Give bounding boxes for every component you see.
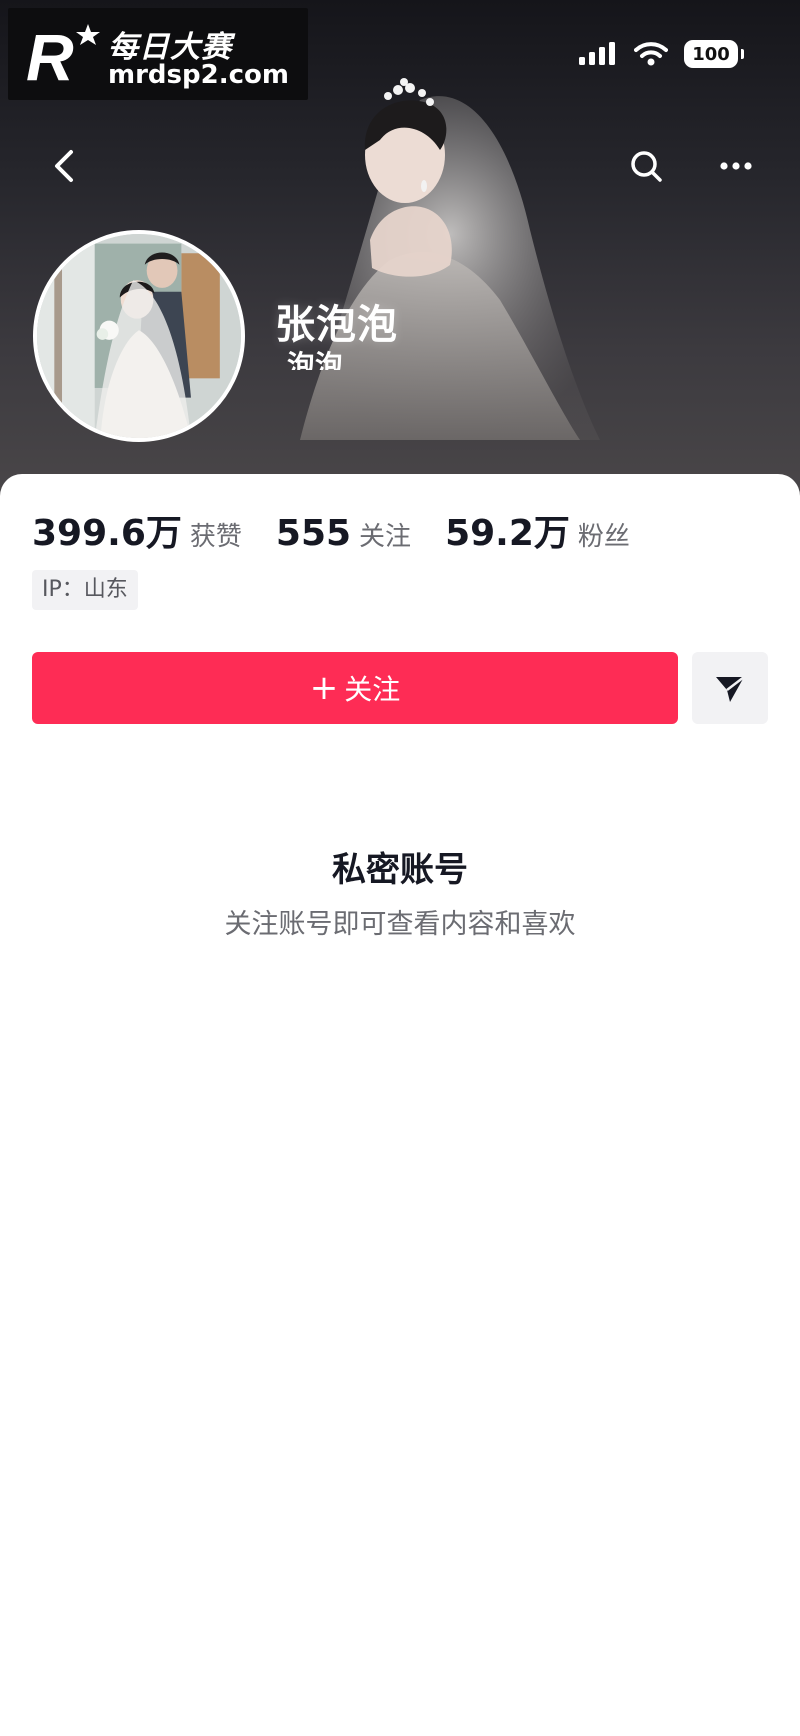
stat-likes[interactable]: 399.6万 获赞 bbox=[32, 504, 242, 556]
stat-value: 59.2万 bbox=[445, 513, 570, 554]
send-message-button[interactable] bbox=[692, 652, 768, 724]
back-button[interactable] bbox=[36, 138, 92, 194]
profile-nickname: 张泡泡 bbox=[275, 302, 398, 348]
avatar[interactable] bbox=[33, 230, 245, 442]
watermark-url: mrdsp2.com bbox=[108, 60, 289, 90]
stat-label: 关注 bbox=[359, 522, 412, 552]
watermark-banner: R 每日大赛 mrdsp2.com bbox=[8, 8, 308, 100]
svg-text:R: R bbox=[26, 20, 74, 90]
wifi-icon bbox=[634, 42, 668, 66]
stat-label: 粉丝 bbox=[577, 522, 630, 552]
private-account-description: 关注账号即可查看内容和喜欢 bbox=[224, 909, 576, 940]
stat-value: 555 bbox=[275, 513, 352, 554]
ip-location-tag: IP：山东 bbox=[32, 570, 138, 610]
more-button[interactable] bbox=[708, 138, 764, 194]
status-bar: 100 bbox=[578, 40, 744, 68]
send-icon bbox=[716, 676, 745, 702]
avatar-photo bbox=[37, 234, 241, 438]
private-account-title: 私密账号 bbox=[332, 850, 468, 890]
signal-icon bbox=[579, 42, 615, 65]
stat-label: 获赞 bbox=[189, 522, 242, 552]
follow-button[interactable]: + 关注 bbox=[32, 652, 678, 724]
profile-cover: R 每日大赛 mrdsp2.com 100 张泡泡 泡泡 bbox=[0, 0, 800, 500]
profile-subname: 泡泡 bbox=[287, 349, 344, 370]
search-icon bbox=[631, 151, 662, 182]
plus-icon: + bbox=[309, 668, 339, 708]
more-icon bbox=[720, 162, 752, 170]
follow-button-label: 关注 bbox=[344, 673, 401, 706]
chevron-left-icon bbox=[55, 150, 73, 182]
battery-indicator: 100 bbox=[684, 40, 744, 68]
stat-value: 399.6万 bbox=[32, 513, 182, 554]
profile-stats: 399.6万 获赞 555 关注 59.2万 粉丝 bbox=[32, 504, 664, 556]
profile-screen: R 每日大赛 mrdsp2.com 100 张泡泡 泡泡 399.6万 获赞 5… bbox=[0, 0, 800, 1736]
stat-followers[interactable]: 59.2万 粉丝 bbox=[445, 504, 630, 556]
watermark-logo: R bbox=[26, 20, 100, 90]
profile-card: 399.6万 获赞 555 关注 59.2万 粉丝 IP：山东 + 关注 私密账… bbox=[0, 474, 800, 1736]
stat-following[interactable]: 555 关注 bbox=[276, 513, 411, 554]
search-button[interactable] bbox=[618, 138, 674, 194]
